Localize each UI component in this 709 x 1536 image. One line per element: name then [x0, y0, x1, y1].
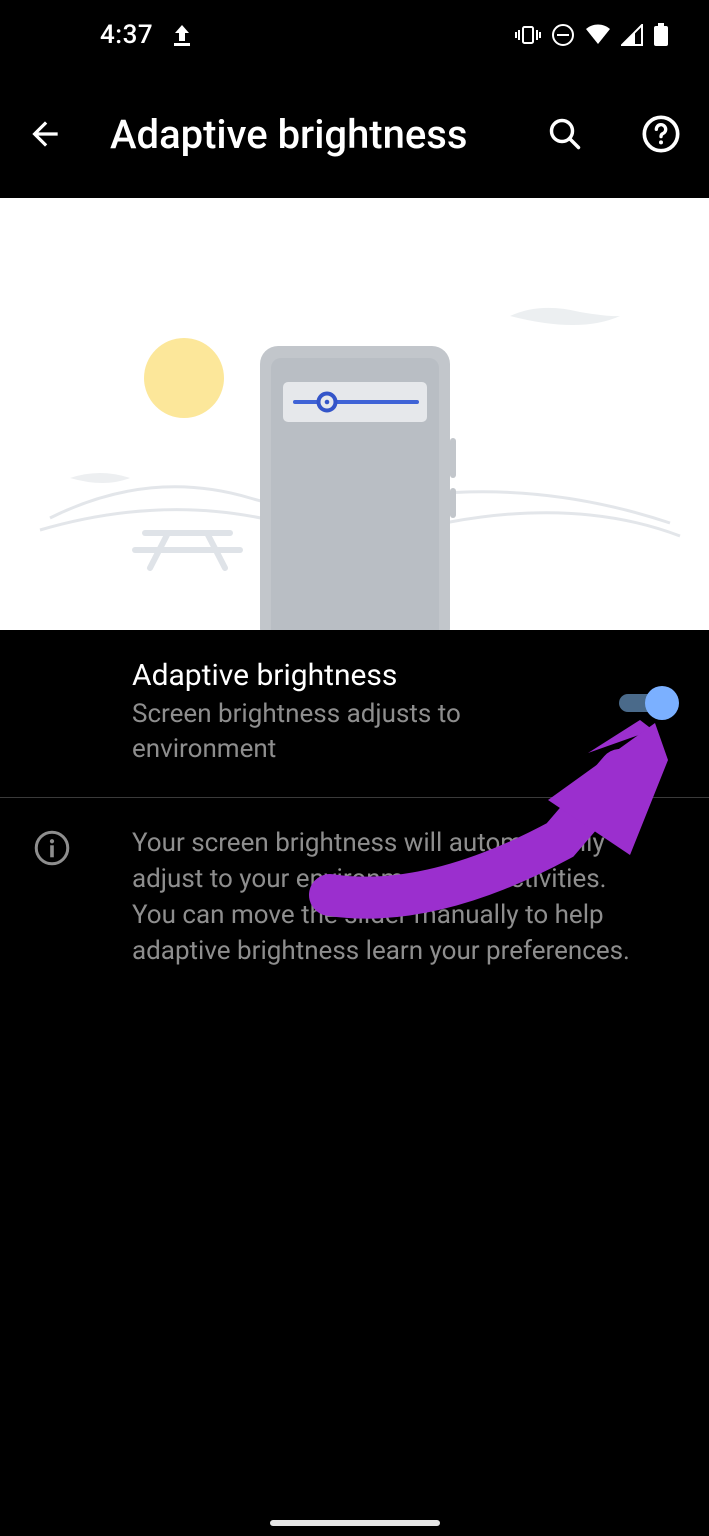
signal-icon	[621, 24, 643, 46]
info-row: Your screen brightness will automaticall…	[0, 798, 709, 998]
status-bar: 4:37	[0, 0, 709, 70]
info-icon	[34, 830, 70, 866]
wifi-icon	[585, 24, 611, 46]
upload-icon	[171, 23, 193, 47]
do-not-disturb-icon	[551, 23, 575, 47]
help-button[interactable]	[633, 106, 689, 162]
status-left: 4:37	[100, 20, 193, 50]
help-icon	[641, 114, 681, 154]
status-time: 4:37	[100, 20, 153, 50]
search-icon	[547, 116, 583, 152]
search-button[interactable]	[537, 106, 593, 162]
toggle-thumb	[645, 686, 679, 720]
page-title: Adaptive brightness	[110, 111, 497, 158]
nav-handle[interactable]	[270, 1520, 440, 1526]
vibrate-icon	[515, 25, 541, 45]
back-button[interactable]	[20, 109, 70, 159]
setting-title: Adaptive brightness	[132, 658, 681, 693]
illustration	[0, 198, 709, 630]
adaptive-brightness-toggle[interactable]	[619, 688, 673, 718]
status-right	[515, 23, 669, 47]
app-bar: Adaptive brightness	[0, 70, 709, 198]
info-text: Your screen brightness will automaticall…	[132, 826, 649, 970]
battery-icon	[653, 23, 669, 47]
arrow-back-icon	[26, 115, 64, 153]
adaptive-brightness-setting[interactable]: Adaptive brightness Screen brightness ad…	[0, 630, 709, 797]
setting-subtitle: Screen brightness adjusts to environment	[132, 697, 552, 767]
